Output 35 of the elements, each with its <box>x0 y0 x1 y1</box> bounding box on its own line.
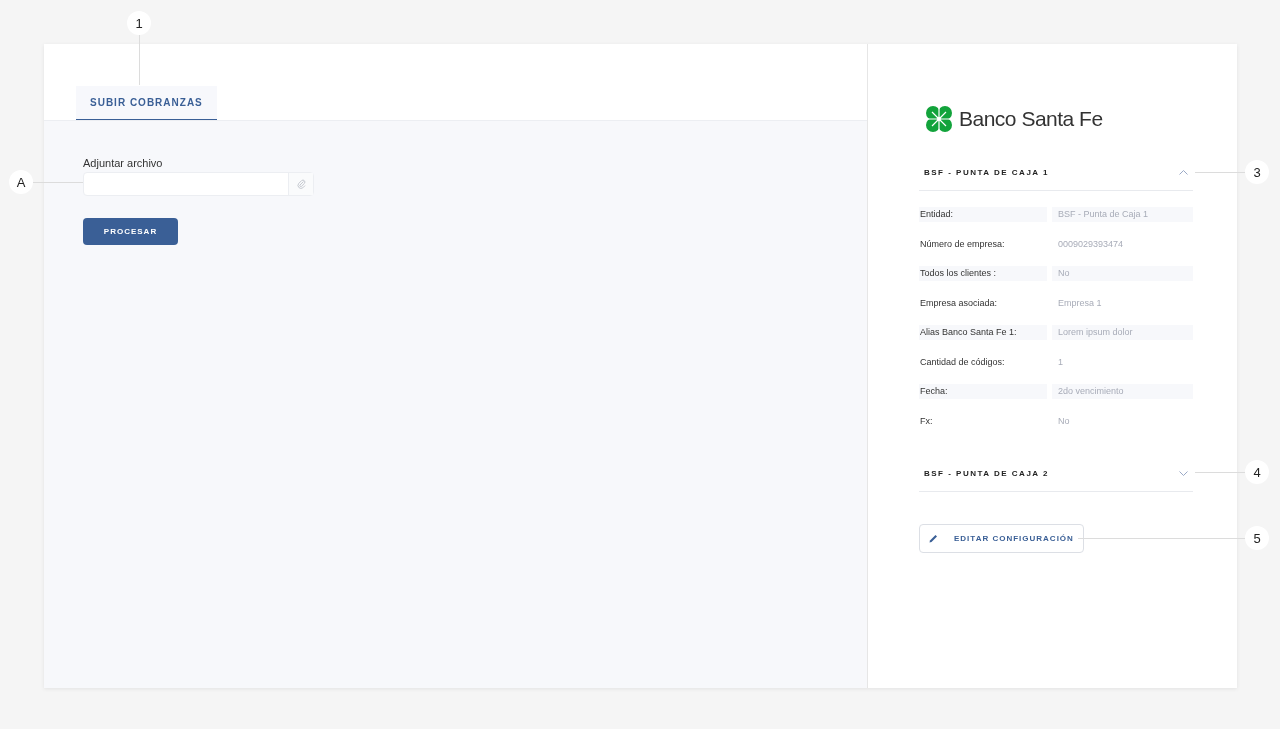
annotation-marker: 3 <box>1245 160 1269 184</box>
section-header[interactable]: BSF - PUNTA DE CAJA 2 <box>919 455 1193 492</box>
process-button[interactable]: PROCESAR <box>83 218 178 245</box>
row-value: No <box>1052 266 1193 281</box>
row-label: Empresa asociada: <box>919 296 999 310</box>
file-input-field[interactable] <box>83 172 314 196</box>
row-label: Fx: <box>919 414 934 428</box>
leader-line <box>1195 472 1245 473</box>
row-label: Entidad: <box>919 207 1047 222</box>
clover-logo-icon <box>924 104 954 134</box>
leader-line <box>1195 172 1245 173</box>
annotation-marker: 5 <box>1245 526 1269 550</box>
row-value: 2do vencimiento <box>1052 384 1193 399</box>
field-label: Adjuntar archivo <box>83 157 163 169</box>
row-label: Número de empresa: <box>919 237 1006 251</box>
annotation-marker: 1 <box>127 11 151 35</box>
row-label: Alias Banco Santa Fe 1: <box>919 325 1047 340</box>
annotation-marker: 4 <box>1245 460 1269 484</box>
row-value: Lorem ipsum dolor <box>1052 325 1193 340</box>
annotation-marker: A <box>9 170 33 194</box>
row-label: Cantidad de códigos: <box>919 355 1006 369</box>
row-value: 1 <box>1057 355 1064 369</box>
section-header[interactable]: BSF - PUNTA DE CAJA 1 <box>919 154 1193 191</box>
pencil-icon <box>929 534 938 543</box>
tab[interactable]: SUBIR COBRANZAS <box>76 86 217 121</box>
row-value: BSF - Punta de Caja 1 <box>1052 207 1193 222</box>
row-value: Empresa 1 <box>1057 296 1103 310</box>
paperclip-icon <box>296 179 306 189</box>
edit-configuration-button[interactable]: EDITAR CONFIGURACIÓN <box>919 524 1084 553</box>
bank-name: Banco Santa Fe <box>959 107 1103 131</box>
leader-line <box>139 35 140 85</box>
row-value: No <box>1057 414 1071 428</box>
row-label: Fecha: <box>919 384 1047 399</box>
row-value: 0009029393474 <box>1057 237 1125 251</box>
row-label: Todos los clientes : <box>919 266 1047 281</box>
